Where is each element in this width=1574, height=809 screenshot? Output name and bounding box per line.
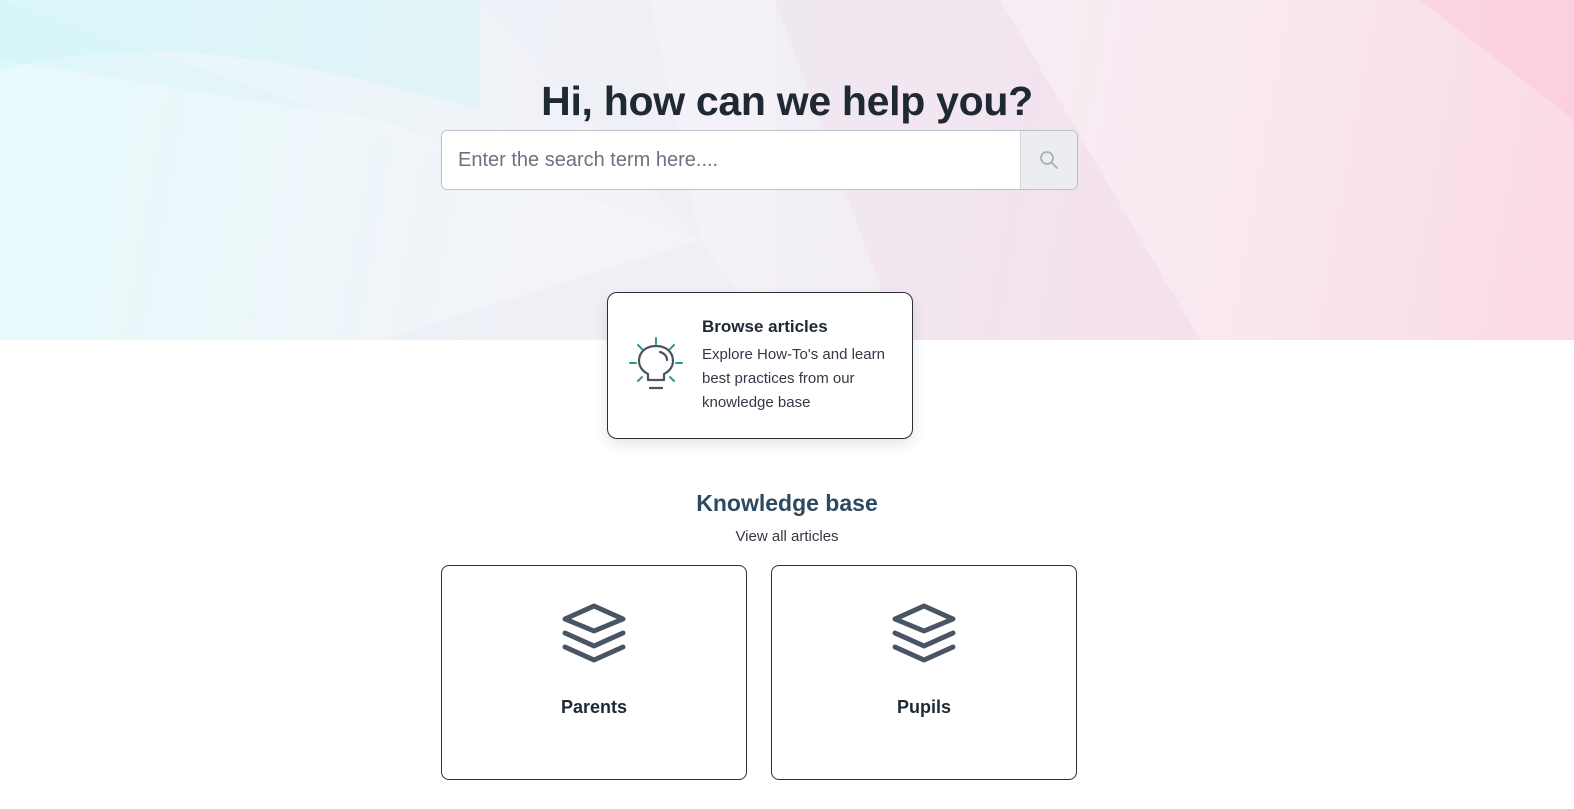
category-card-parents[interactable]: Parents (441, 565, 747, 780)
search-button[interactable] (1020, 131, 1077, 189)
browse-articles-description: Explore How-To's and learn best practice… (702, 345, 885, 411)
category-card-pupils[interactable]: Pupils (771, 565, 1077, 780)
hero-banner: Hi, how can we help you? (0, 0, 1574, 340)
page-title: Hi, how can we help you? (541, 78, 1033, 124)
browse-articles-text: Browse articles Explore How-To's and lea… (702, 317, 894, 415)
search-bar (441, 130, 1078, 190)
search-input[interactable] (442, 131, 1020, 189)
view-all-articles-link[interactable]: View all articles (735, 528, 838, 545)
layers-icon (562, 603, 626, 663)
browse-articles-card[interactable]: Browse articles Explore How-To's and lea… (607, 292, 913, 439)
help-center-page: Hi, how can we help you? Enter the searc… (0, 0, 1574, 809)
layers-icon (892, 603, 956, 663)
category-label: Pupils (896, 697, 951, 717)
browse-articles-title: Browse articles (702, 316, 828, 336)
view-all-articles-row: View all articles (0, 528, 1574, 545)
lightbulb-icon (629, 336, 683, 389)
search-icon (1040, 151, 1058, 169)
category-label: Parents (560, 697, 628, 717)
knowledge-base-title: Knowledge base (696, 490, 878, 516)
